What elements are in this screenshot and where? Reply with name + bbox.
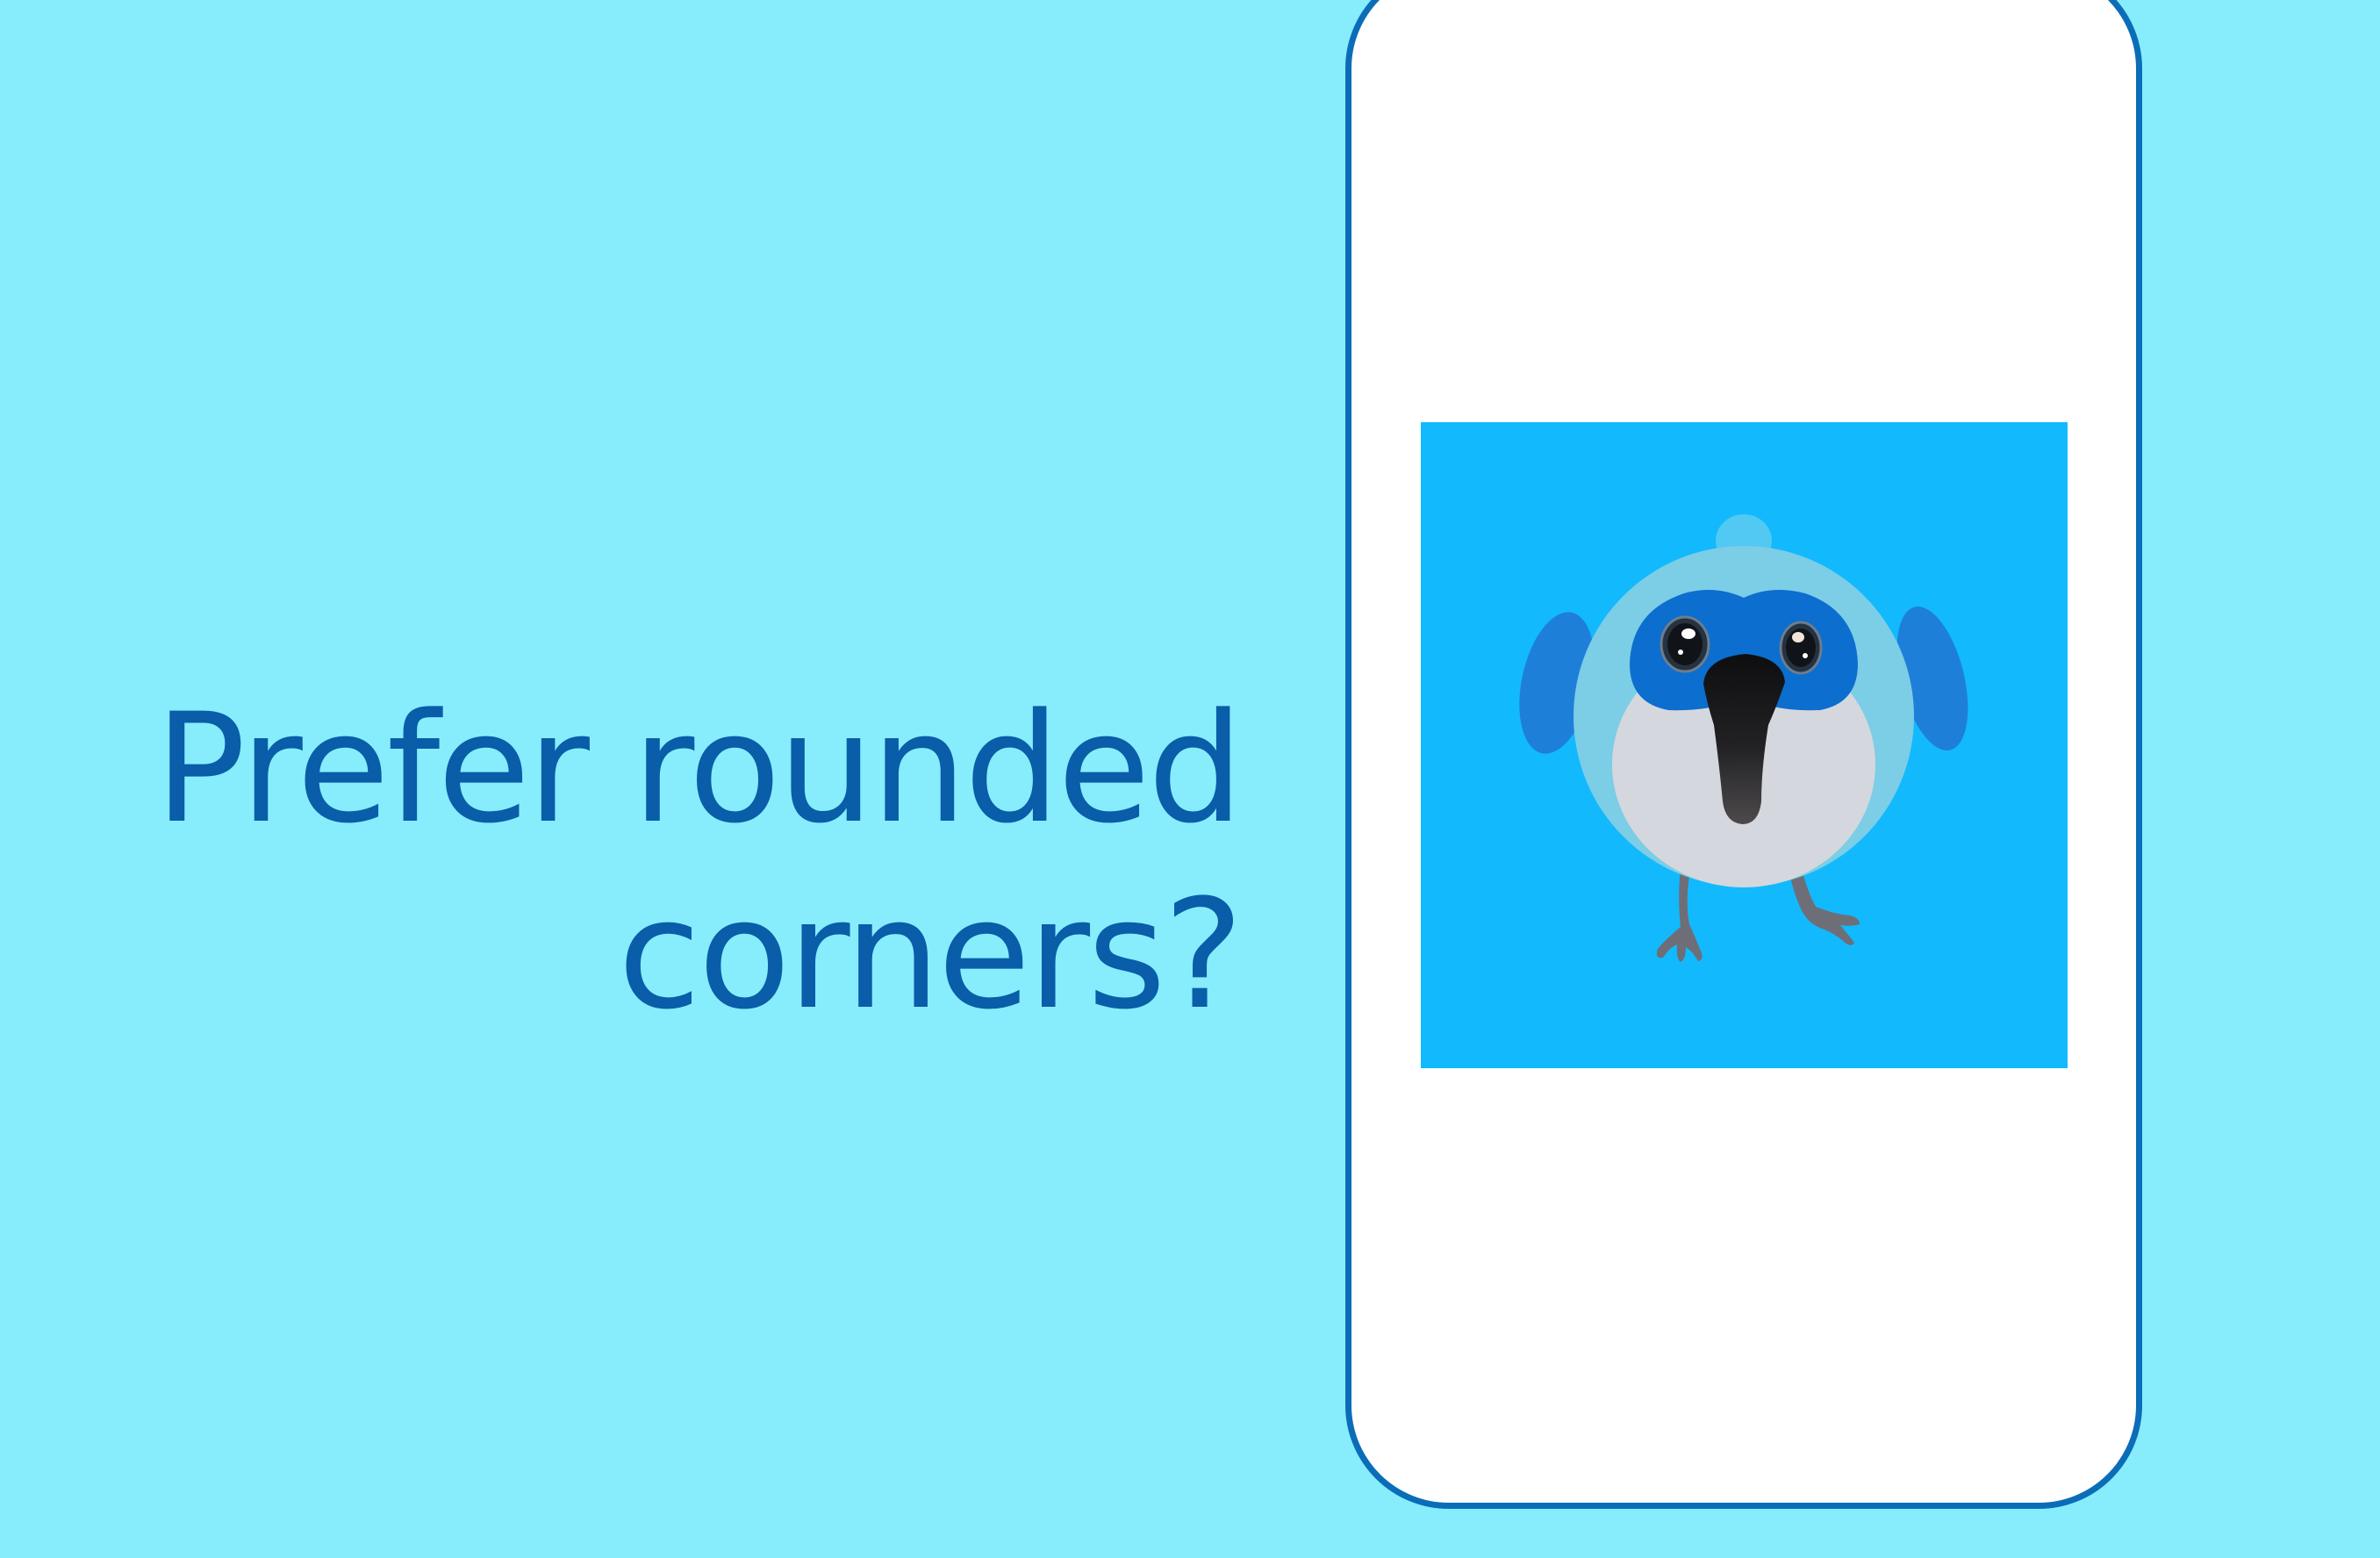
slide: Prefer rounded corners? <box>0 0 2380 1558</box>
left-eye <box>1660 615 1710 673</box>
bird-image <box>1421 422 2068 1068</box>
right-eye <box>1779 621 1823 675</box>
headline-line-1: Prefer rounded <box>154 680 1244 858</box>
bird-illustration-icon <box>1519 514 1968 962</box>
headline-line-2: corners? <box>618 866 1244 1044</box>
headline: Prefer rounded corners? <box>100 676 1244 1048</box>
